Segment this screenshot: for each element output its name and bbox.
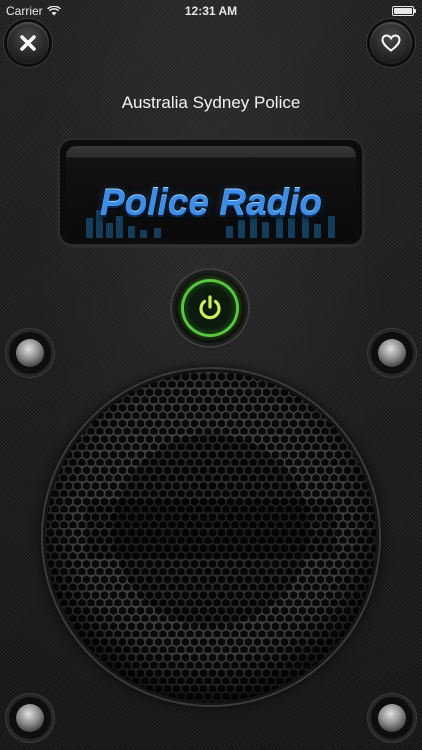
status-bar: Carrier 12:31 AM: [0, 0, 422, 22]
battery-level: [394, 8, 412, 14]
screw-middle-right: [371, 332, 413, 374]
heart-icon: [381, 34, 401, 52]
app-screen: Carrier 12:31 AM Australia Sydney Police: [0, 0, 422, 750]
status-time: 12:31 AM: [184, 4, 238, 18]
close-button[interactable]: [7, 22, 49, 64]
screw-middle-left: [9, 332, 51, 374]
station-title: Australia Sydney Police: [121, 93, 301, 112]
power-button[interactable]: [175, 273, 245, 343]
speaker-grille: [46, 372, 376, 702]
battery-icon: [392, 6, 416, 16]
logo-panel: Police Radio: [58, 138, 364, 246]
screw-bottom-right: [371, 697, 413, 739]
power-ring: [184, 282, 236, 334]
favorite-button[interactable]: [370, 22, 412, 64]
logo-display: Police Radio: [66, 146, 356, 238]
power-icon: [199, 295, 221, 320]
screw-bottom-left: [9, 697, 51, 739]
speaker-mesh: [46, 372, 376, 702]
logo-text: Police Radio: [99, 182, 323, 223]
close-icon: [20, 35, 36, 51]
